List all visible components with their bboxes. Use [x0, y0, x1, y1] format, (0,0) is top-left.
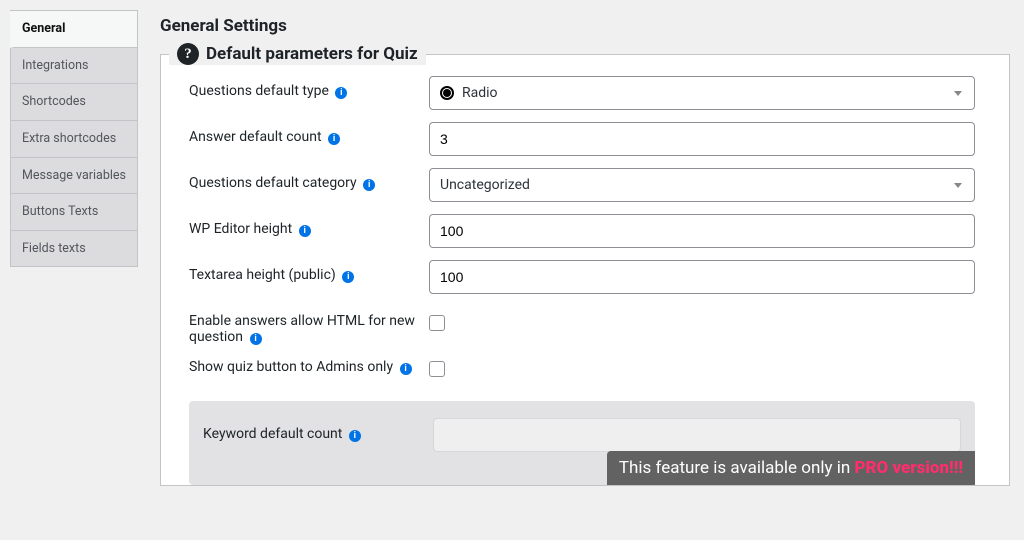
sidebar-item-extra-shortcodes[interactable]: Extra shortcodes: [11, 121, 137, 158]
row-question-category: Questions default category i Uncategoriz…: [189, 165, 975, 211]
row-textarea-height: Textarea height (public) i: [189, 257, 975, 303]
row-answer-count: Answer default count i: [189, 119, 975, 165]
panel-body: Questions default type i Radio: [179, 73, 991, 485]
default-params-panel: ? Default parameters for Quiz Questions …: [160, 54, 1010, 486]
main-content: General Settings ? Default parameters fo…: [138, 10, 1010, 540]
chevron-down-icon: [954, 91, 962, 96]
label-keyword-count: Keyword default count i: [203, 418, 433, 442]
info-icon[interactable]: i: [299, 225, 311, 237]
checkbox-admins-only[interactable]: [429, 361, 445, 377]
info-icon[interactable]: i: [342, 271, 354, 283]
sidebar-item-fields-texts[interactable]: Fields texts: [11, 231, 137, 267]
select-question-type[interactable]: Radio: [429, 76, 975, 110]
radio-icon: [440, 86, 454, 100]
select-question-category-value: Uncategorized: [440, 177, 530, 193]
chevron-down-icon: [954, 183, 962, 188]
help-icon[interactable]: ?: [177, 43, 199, 65]
info-icon[interactable]: i: [250, 333, 262, 345]
info-icon[interactable]: i: [349, 430, 361, 442]
row-allow-html: Enable answers allow HTML for new questi…: [189, 303, 975, 349]
sidebar-item-general[interactable]: General: [10, 11, 137, 48]
label-question-category: Questions default category i: [189, 168, 429, 191]
info-icon[interactable]: i: [328, 133, 340, 145]
label-textarea-height: Textarea height (public) i: [189, 260, 429, 283]
info-icon[interactable]: i: [400, 363, 412, 375]
input-wp-editor-height[interactable]: [429, 214, 975, 248]
sidebar-item-integrations[interactable]: Integrations: [11, 48, 137, 85]
page-title: General Settings: [160, 16, 1010, 36]
row-keyword-count: Keyword default count i: [203, 415, 961, 455]
select-question-category[interactable]: Uncategorized: [429, 168, 975, 202]
general-settings-page: General Integrations Shortcodes Extra sh…: [0, 0, 1024, 540]
label-allow-html: Enable answers allow HTML for new questi…: [189, 306, 429, 345]
row-question-type: Questions default type i Radio: [189, 73, 975, 119]
input-keyword-count: [433, 418, 961, 452]
settings-sidebar: General Integrations Shortcodes Extra sh…: [10, 10, 138, 540]
input-textarea-height[interactable]: [429, 260, 975, 294]
sidebar-item-buttons-texts[interactable]: Buttons Texts: [11, 194, 137, 231]
select-question-type-value: Radio: [462, 85, 498, 101]
label-answer-count: Answer default count i: [189, 122, 429, 145]
row-admins-only: Show quiz button to Admins only i: [189, 349, 975, 395]
panel-legend-text: Default parameters for Quiz: [206, 44, 418, 64]
pro-notice: This feature is available only in PRO ve…: [607, 451, 975, 485]
checkbox-allow-html[interactable]: [429, 315, 445, 331]
pro-notice-prefix: This feature is available only in: [619, 458, 855, 478]
pro-notice-highlight: PRO version!!!: [854, 458, 963, 478]
input-answer-count[interactable]: [429, 122, 975, 156]
panel-legend: ? Default parameters for Quiz: [169, 43, 426, 65]
row-wp-editor-height: WP Editor height i: [189, 211, 975, 257]
label-wp-editor-height: WP Editor height i: [189, 214, 429, 237]
label-question-type: Questions default type i: [189, 76, 429, 99]
info-icon[interactable]: i: [335, 87, 347, 99]
pro-locked-panel: Keyword default count i This feature is …: [189, 401, 975, 485]
info-icon[interactable]: i: [363, 179, 375, 191]
label-admins-only: Show quiz button to Admins only i: [189, 352, 429, 375]
sidebar-item-shortcodes[interactable]: Shortcodes: [11, 84, 137, 121]
sidebar-item-message-variables[interactable]: Message variables: [11, 158, 137, 195]
